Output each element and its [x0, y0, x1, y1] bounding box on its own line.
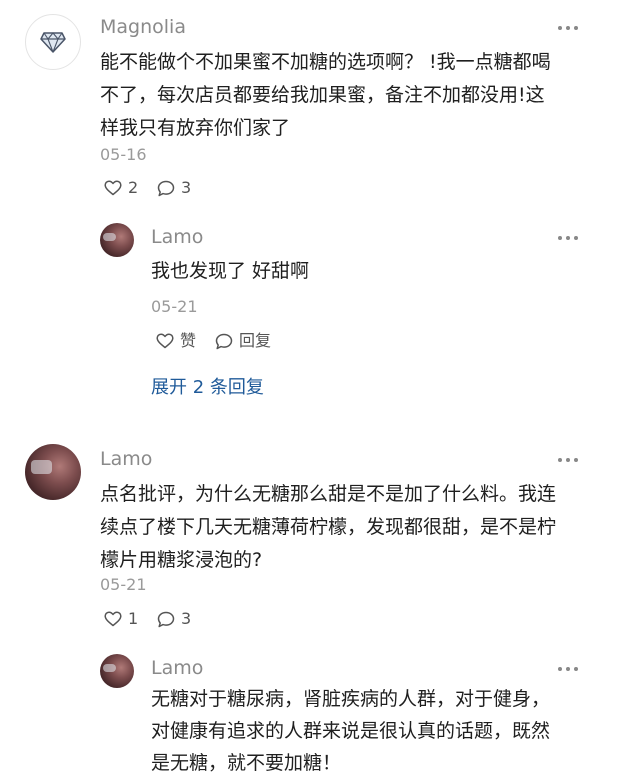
reply-text-line: 对健康有追求的人群来说是很认真的话题，既然 — [151, 720, 551, 742]
more-options-icon[interactable] — [558, 235, 578, 241]
avatar[interactable] — [25, 444, 81, 500]
reply-text-line: 是无糖，就不要加糖！ — [151, 752, 342, 774]
reply-button[interactable]: 3 — [157, 609, 191, 629]
heart-icon — [104, 611, 122, 627]
like-count: 1 — [128, 609, 139, 628]
reply-count: 3 — [181, 178, 192, 197]
reply-count: 3 — [181, 609, 192, 628]
comment-text-line: 檬片用糖浆浸泡的? — [100, 549, 263, 571]
heart-icon — [104, 180, 122, 196]
reply-button[interactable]: 回复 — [215, 331, 271, 351]
comment-text-line: 能不能做个不加果蜜不加糖的选项啊？ !我一点糖都喝 — [100, 51, 551, 73]
comment-text: 点名批评，为什么无糖那么甜是不是加了什么料。我连 续点了楼下几天无糖薄荷柠檬，发… — [100, 478, 556, 577]
comment-icon — [157, 180, 175, 196]
like-count: 2 — [128, 178, 139, 197]
comment-date: 05-21 — [100, 575, 147, 594]
reply-text: 无糖对于糖尿病，肾脏疾病的人群，对于健身， 对健康有追求的人群来说是很认真的话题… — [151, 683, 550, 779]
comment-text-line: 点名批评，为什么无糖那么甜是不是加了什么料。我连 — [100, 483, 557, 505]
reply-username[interactable]: Lamo — [151, 225, 203, 249]
avatar[interactable] — [100, 223, 134, 257]
comment-text: 能不能做个不加果蜜不加糖的选项啊？ !我一点糖都喝 不了，每次店员都要给我加果蜜… — [100, 46, 551, 145]
like-button[interactable]: 赞 — [156, 331, 196, 351]
expand-replies-link[interactable]: 展开 2 条回复 — [151, 377, 264, 399]
comment-icon — [157, 611, 175, 627]
reply-username[interactable]: Lamo — [151, 656, 203, 680]
avatar[interactable] — [100, 654, 134, 688]
more-options-icon[interactable] — [558, 666, 578, 672]
reply-text-line: 无糖对于糖尿病，肾脏疾病的人群，对于健身， — [151, 688, 551, 710]
comment-date: 05-16 — [100, 145, 147, 164]
reply-text-line: 我也发现了 好甜啊 — [151, 260, 310, 282]
comment-text-line: 样我只有放弃你们家了 — [100, 117, 291, 139]
comment-username[interactable]: Lamo — [100, 447, 152, 471]
more-options-icon[interactable] — [558, 25, 578, 31]
like-button[interactable]: 2 — [104, 178, 138, 198]
reply-text: 我也发现了 好甜啊 — [151, 255, 309, 288]
heart-icon — [156, 333, 174, 349]
comment-text-line: 不了，每次店员都要给我加果蜜，备注不加都没用!这 — [100, 84, 545, 106]
reply-button[interactable]: 3 — [157, 178, 191, 198]
comment-text-line: 续点了楼下几天无糖薄荷柠檬，发现都很甜，是不是柠 — [100, 516, 557, 538]
comment-username[interactable]: Magnolia — [100, 15, 186, 39]
reply-date: 05-21 — [151, 297, 198, 316]
comment-icon — [215, 333, 233, 349]
more-options-icon[interactable] — [558, 457, 578, 463]
avatar[interactable] — [25, 14, 81, 70]
like-label: 赞 — [180, 331, 197, 350]
reply-label: 回复 — [239, 331, 272, 350]
like-button[interactable]: 1 — [104, 609, 138, 629]
diamond-icon — [40, 32, 66, 53]
